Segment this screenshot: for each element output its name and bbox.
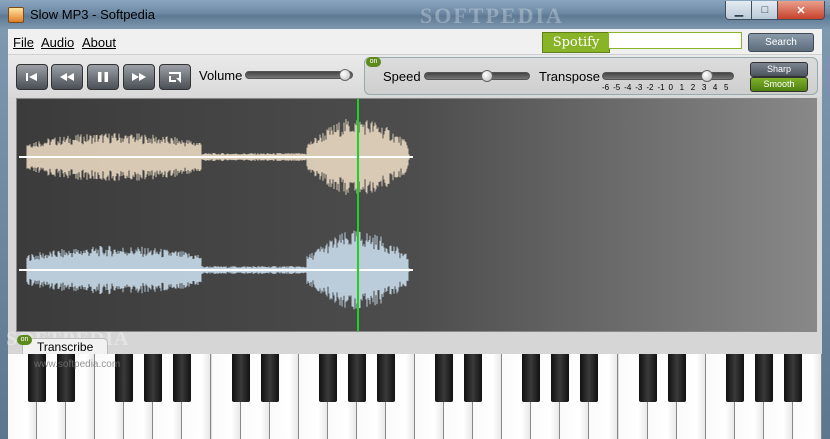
piano-black-key[interactable]	[173, 354, 192, 402]
tab-transcribe[interactable]: on Transcribe	[17, 335, 108, 354]
fast-forward-icon	[132, 73, 146, 81]
watermark-url: www.softpedia.com	[34, 359, 121, 370]
speed-label: Speed	[383, 69, 421, 84]
close-button[interactable]: ✕	[777, 1, 825, 20]
maximize-button[interactable]: □	[751, 1, 779, 20]
piano-black-key[interactable]	[347, 354, 366, 402]
piano-black-key[interactable]	[783, 354, 802, 402]
piano-black-key[interactable]	[754, 354, 773, 402]
pause-button[interactable]	[87, 64, 119, 90]
transpose-scale: -6 -5 -4 -3 -2 -1 0 1 2 3 4 5	[602, 83, 732, 93]
fast-forward-button[interactable]	[123, 64, 155, 90]
loop-button[interactable]	[159, 64, 191, 90]
rewind-icon	[60, 73, 74, 81]
piano-black-key[interactable]	[376, 354, 395, 402]
piano-black-key[interactable]	[231, 354, 250, 402]
piano-black-key[interactable]	[638, 354, 657, 402]
volume-slider[interactable]	[245, 69, 353, 81]
piano-black-key[interactable]	[435, 354, 454, 402]
transpose-tick-label: 5	[724, 83, 729, 92]
loop-icon	[169, 72, 181, 83]
transpose-tick-label: -6	[602, 83, 610, 92]
search-button[interactable]: Search	[748, 33, 814, 52]
piano-black-key[interactable]	[260, 354, 279, 402]
rewind-button[interactable]	[51, 64, 83, 90]
window-frame-right	[822, 29, 830, 439]
volume-slider-knob[interactable]	[339, 69, 352, 81]
piano-black-key[interactable]	[667, 354, 686, 402]
transpose-tick-label: 3	[701, 83, 707, 92]
transpose-slider[interactable]	[602, 70, 734, 82]
minimize-button[interactable]: ▁	[725, 1, 753, 20]
transpose-tick-label: 0	[668, 83, 673, 92]
spotify-search-input[interactable]	[608, 32, 742, 49]
transpose-label: Transpose	[539, 69, 600, 84]
title-watermark: SOFTPEDIA	[420, 3, 564, 28]
piano-black-key[interactable]	[522, 354, 541, 402]
pause-icon	[98, 72, 108, 82]
transpose-tick-label: -1	[657, 83, 665, 92]
smooth-button[interactable]: Smooth	[750, 77, 808, 92]
waveform-bottom-channel	[19, 230, 413, 310]
window-title: Slow MP3 - Softpedia	[30, 7, 156, 22]
speed-transpose-panel: on Speed Transpose -6 -5 -4 -3 -2 -1 0 1 2 3 4 5 Sh…	[364, 57, 818, 95]
piano-black-key[interactable]	[144, 354, 163, 402]
speed-on-badge[interactable]: on	[366, 57, 381, 67]
transpose-tick-label: -4	[624, 83, 632, 92]
menu-about[interactable]: About	[82, 35, 116, 50]
transpose-tick-label: 2	[690, 83, 696, 92]
controls-bar: Volume on Speed Transpose -6 -5 -4 -3 -2 -1 0 1…	[8, 55, 822, 97]
waveform-top-channel	[19, 119, 413, 195]
app-icon	[8, 7, 24, 23]
sharp-button[interactable]: Sharp	[750, 62, 808, 77]
transpose-tick-label: 4	[712, 83, 718, 92]
spotify-logo: Spotify	[542, 32, 610, 53]
transpose-slider-knob[interactable]	[700, 70, 713, 82]
piano-black-key[interactable]	[580, 354, 599, 402]
transcribe-on-badge[interactable]: on	[17, 335, 32, 345]
piano-black-key[interactable]	[551, 354, 570, 402]
menu-audio[interactable]: Audio	[41, 35, 74, 50]
speed-slider-knob[interactable]	[481, 70, 494, 82]
window-frame-left	[0, 29, 8, 439]
title-bar: SOFTPEDIA Slow MP3 - Softpedia ▁ □ ✕	[0, 0, 830, 29]
piano-black-key[interactable]	[725, 354, 744, 402]
menu-file[interactable]: File	[13, 35, 34, 50]
transpose-tick-label: -2	[646, 83, 654, 92]
skip-back-icon	[26, 73, 37, 81]
transpose-tick-label: -3	[635, 83, 643, 92]
skip-back-button[interactable]	[16, 64, 48, 90]
transcribe-label: Transcribe	[37, 340, 94, 354]
piano-black-key[interactable]	[318, 354, 337, 402]
piano-keyboard[interactable]	[8, 354, 822, 439]
transpose-tick-label: -5	[613, 83, 621, 92]
piano-black-key[interactable]	[464, 354, 483, 402]
waveform-canvas	[19, 99, 413, 331]
menu-bar: File Audio About Spotify Search	[8, 29, 822, 55]
speed-slider[interactable]	[424, 70, 530, 82]
waveform-display[interactable]	[16, 98, 817, 332]
transpose-tick-label: 1	[679, 83, 685, 92]
volume-label: Volume	[199, 68, 243, 83]
